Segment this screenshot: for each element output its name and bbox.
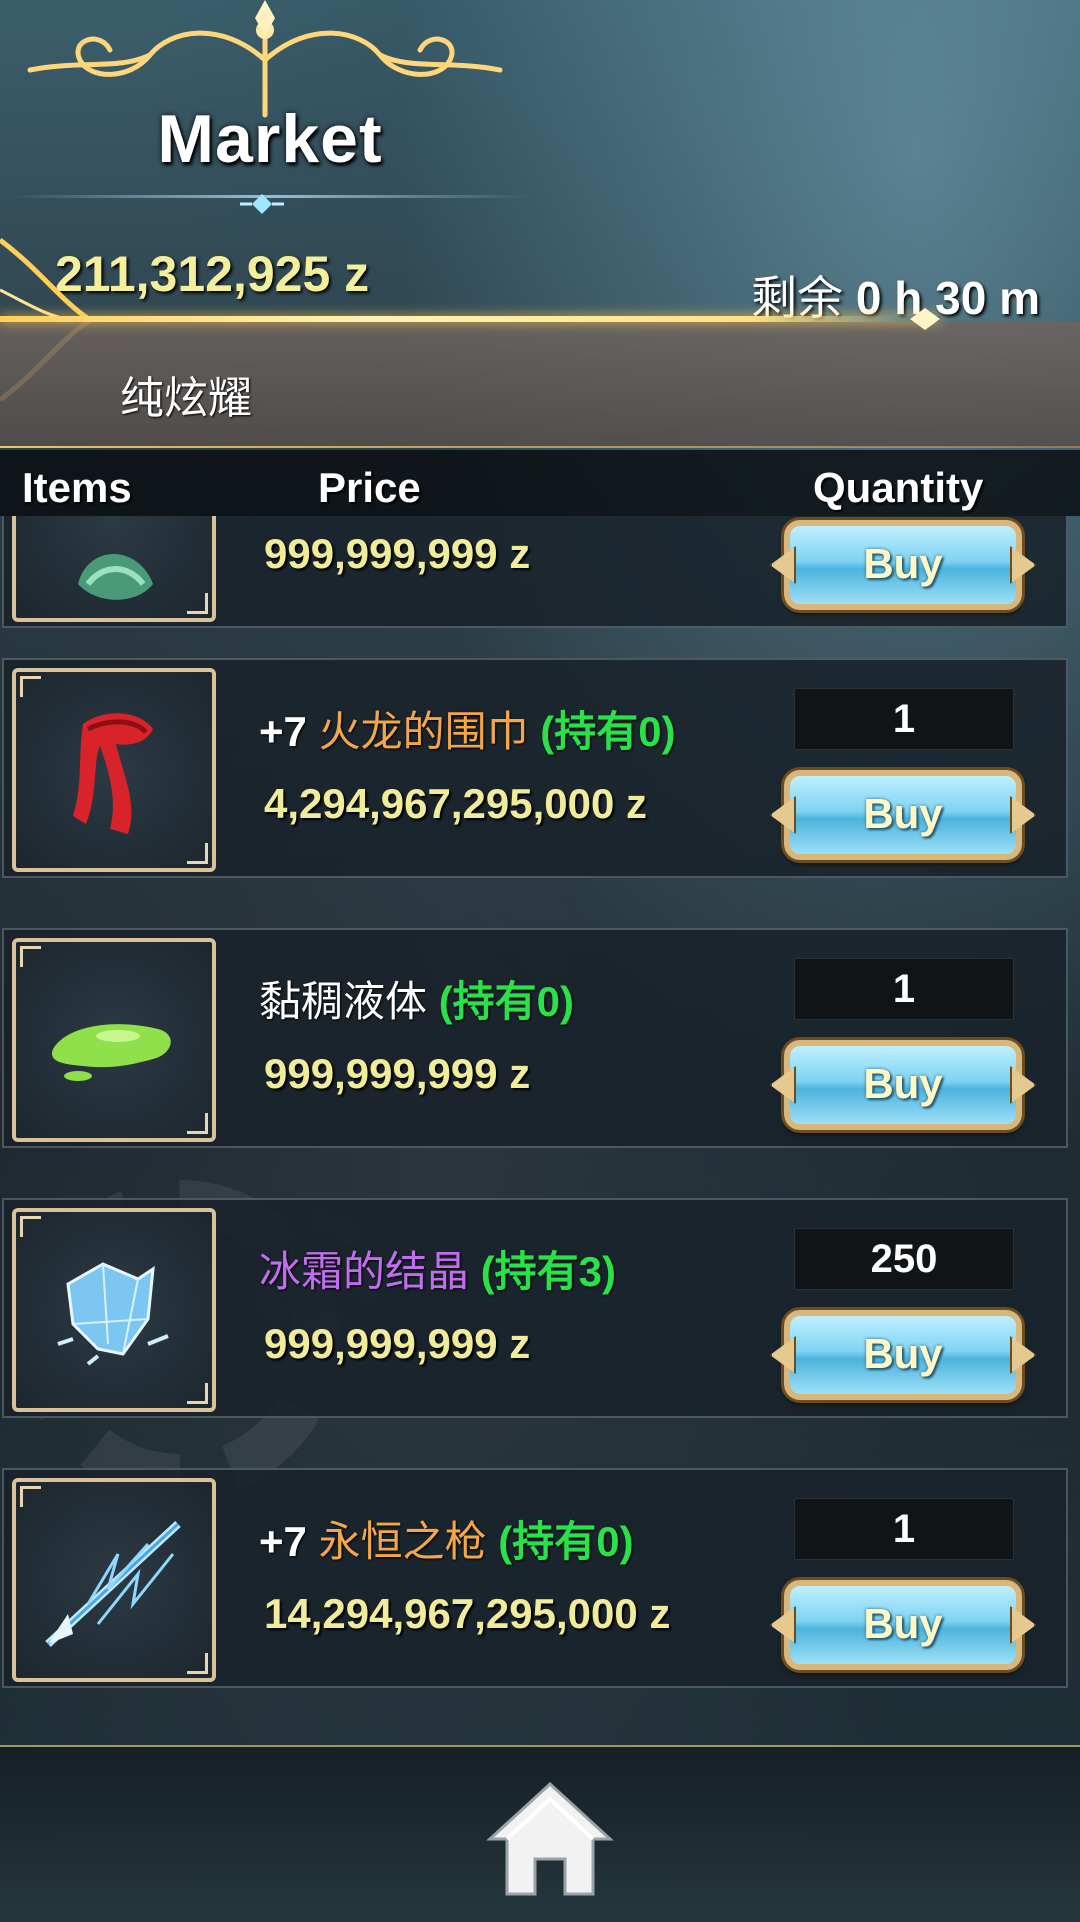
header: Market 211,312,925 z 剩余 0 h 30 m 纯炫耀	[0, 0, 1080, 450]
gem-icon	[240, 194, 284, 214]
home-icon[interactable]	[485, 1779, 615, 1899]
item-price: 999,999,999 z	[264, 1050, 531, 1097]
list-item: 999,999,999 z Buy	[2, 516, 1068, 628]
list-item: +7 永恒之枪 (持有0) 14,294,967,295,000 z 1 Buy	[2, 1468, 1068, 1688]
bottom-bar	[0, 1745, 1080, 1922]
item-price: 999,999,999 z	[264, 1320, 531, 1367]
item-name-text: 黏稠液体	[259, 978, 428, 1025]
list-item: 黏稠液体 (持有0) 999,999,999 z 1 Buy	[2, 928, 1068, 1148]
item-thumbnail[interactable]	[12, 668, 216, 872]
item-thumbnail[interactable]	[12, 1478, 216, 1682]
quantity-field[interactable]: 1	[794, 1498, 1014, 1560]
ice-crystal-icon	[57, 1262, 169, 1366]
item-name-text: 火龙的围巾	[318, 708, 529, 755]
column-headers: Items Price Quantity	[0, 450, 1080, 516]
column-quantity: Quantity	[813, 464, 984, 511]
item-enhance-level: +7	[259, 708, 307, 755]
diamond-icon	[910, 308, 940, 330]
green-dragon-head-icon	[78, 554, 153, 600]
item-price: 4,294,967,295,000 z	[264, 780, 648, 827]
red-scarf-icon	[73, 713, 153, 834]
column-items: Items	[22, 464, 132, 511]
gold-amount: 211,312,925 z	[55, 246, 370, 302]
buy-button[interactable]: Buy	[784, 520, 1022, 610]
column-price: Price	[318, 464, 421, 511]
list-item: +7 火龙的围巾 (持有0) 4,294,967,295,000 z 1 Buy	[2, 658, 1068, 878]
item-name: +7 永恒之枪 (持有0)	[259, 1508, 634, 1569]
banner-divider	[0, 446, 1080, 448]
item-enhance-level: +7	[259, 1518, 307, 1565]
buy-button[interactable]: Buy	[784, 770, 1022, 860]
item-price: 999,999,999 z	[264, 530, 531, 577]
banner-text: 纯炫耀	[120, 374, 252, 423]
item-owned-count: (持有0)	[498, 1518, 634, 1565]
item-thumbnail[interactable]	[12, 938, 216, 1142]
market-list[interactable]: 999,999,999 z Buy +7 火龙的围巾 (持有0) 4,294,9…	[0, 516, 1080, 1741]
item-name: 黏稠液体 (持有0)	[259, 968, 574, 1029]
item-name: +7 火龙的围巾 (持有0)	[259, 698, 676, 759]
gold-divider	[0, 316, 940, 322]
item-name: 冰霜的结晶 (持有3)	[259, 1238, 616, 1299]
item-price: 14,294,967,295,000 z	[264, 1590, 671, 1637]
item-name-text: 永恒之枪	[318, 1518, 487, 1565]
item-name-text: 冰霜的结晶	[259, 1248, 470, 1295]
quantity-field[interactable]: 250	[794, 1228, 1014, 1290]
lightning-spear-icon	[45, 1521, 181, 1647]
item-owned-count: (持有3)	[480, 1248, 617, 1295]
buy-button[interactable]: Buy	[784, 1040, 1022, 1130]
green-slime-icon	[52, 1024, 171, 1081]
quantity-field[interactable]: 1	[794, 958, 1014, 1020]
item-owned-count: (持有0)	[438, 978, 575, 1025]
quantity-field[interactable]: 1	[794, 688, 1014, 750]
buy-button[interactable]: Buy	[784, 1580, 1022, 1670]
item-thumbnail[interactable]	[12, 1208, 216, 1412]
page-title: Market	[157, 101, 383, 177]
list-item: 冰霜的结晶 (持有3) 999,999,999 z 250 Buy	[2, 1198, 1068, 1418]
item-owned-count: (持有0)	[540, 708, 676, 755]
item-thumbnail[interactable]	[12, 516, 216, 622]
buy-button[interactable]: Buy	[784, 1310, 1022, 1400]
